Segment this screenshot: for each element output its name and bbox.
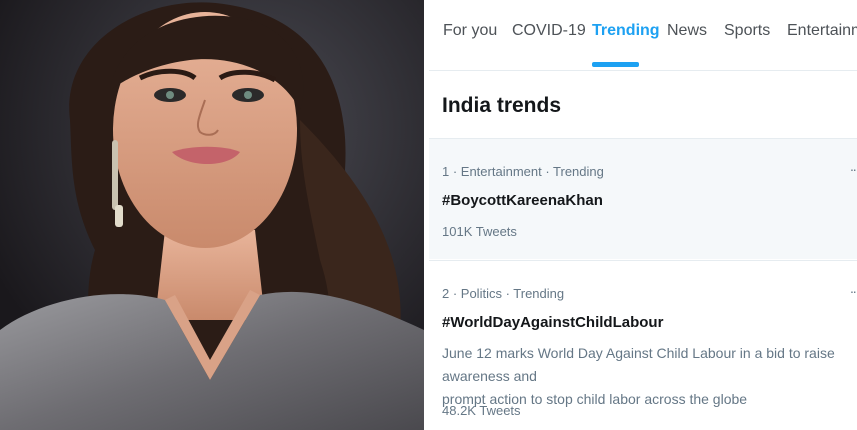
explore-tabs: For you COVID-19 Trending News Sports En… [429,0,857,71]
trend-item[interactable]: 2 · Politics · Trending #WorldDayAgainst… [429,260,857,430]
trend-count: 48.2K Tweets [442,403,521,418]
trend-item[interactable]: 1 · Entertainment · Trending #BoycottKar… [429,138,857,259]
trend-name[interactable]: #BoycottKareenaKhan [442,192,603,209]
active-tab-indicator [592,62,639,67]
trend-description: June 12 marks World Day Against Child La… [442,342,842,411]
tab-sports[interactable]: Sports [724,22,770,40]
portrait-photo [0,0,424,430]
more-icon[interactable]: ·· [850,283,857,299]
tab-entertainment[interactable]: Entertainmen [787,22,857,40]
trend-description-line: June 12 marks World Day Against Child La… [442,345,835,384]
portrait-illustration [0,0,424,430]
trend-meta: 2 · Politics · Trending [442,286,565,301]
tab-trending[interactable]: Trending [592,22,660,40]
tab-for-you[interactable]: For you [443,22,497,40]
tab-covid-19[interactable]: COVID-19 [512,22,586,40]
section-title: India trends [442,94,562,117]
trend-meta: 1 · Entertainment · Trending [442,164,604,179]
tab-news[interactable]: News [667,22,707,40]
trend-name[interactable]: #WorldDayAgainstChildLabour [442,314,663,331]
trend-count: 101K Tweets [442,224,517,239]
twitter-trends-panel: For you COVID-19 Trending News Sports En… [429,0,857,430]
more-icon[interactable]: ·· [850,161,857,177]
